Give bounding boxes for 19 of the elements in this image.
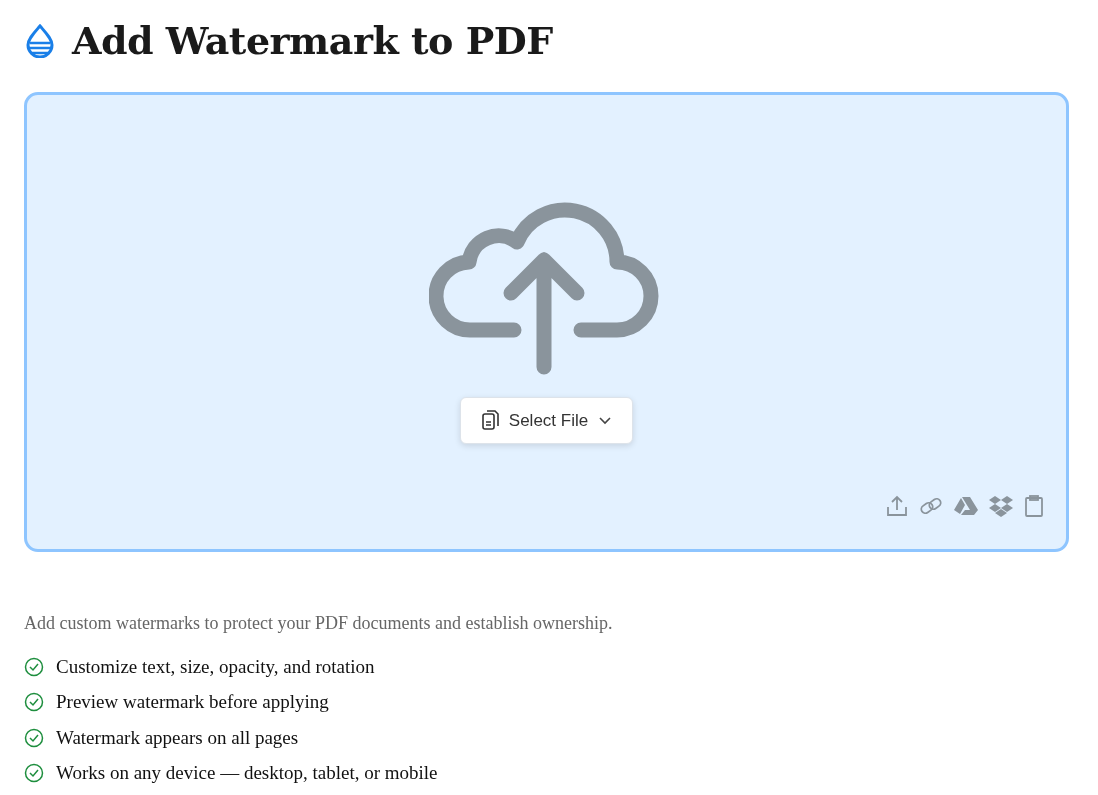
caret-icon <box>598 415 613 425</box>
clipboard-icon[interactable] <box>1024 494 1044 517</box>
feature-text: Customize text, size, opacity, and rotation <box>56 654 375 679</box>
check-circle-icon <box>24 692 44 713</box>
triangle-icon[interactable] <box>954 494 978 517</box>
boxes-icon[interactable] <box>989 494 1013 517</box>
page-title: Add Watermark to PDF <box>72 18 553 64</box>
upload-icon[interactable] <box>886 494 908 517</box>
feature-text: Works on any device — desktop, tablet, or mobile <box>56 761 438 786</box>
drop-zone[interactable]: Select File <box>24 91 1069 552</box>
droplet-icon <box>24 23 56 58</box>
feature-text: Preview watermark before applying <box>56 690 329 715</box>
check-circle-icon <box>24 763 44 784</box>
check-circle-icon <box>24 727 44 748</box>
feature-text: Watermark appears on all pages <box>56 725 299 750</box>
check-circle-icon <box>24 656 44 677</box>
select-file-button[interactable]: Select File <box>459 396 634 445</box>
documents-icon <box>480 410 499 431</box>
description-text: Add custom watermarks to protect your PDF documents and establish ownership. <box>24 611 614 635</box>
